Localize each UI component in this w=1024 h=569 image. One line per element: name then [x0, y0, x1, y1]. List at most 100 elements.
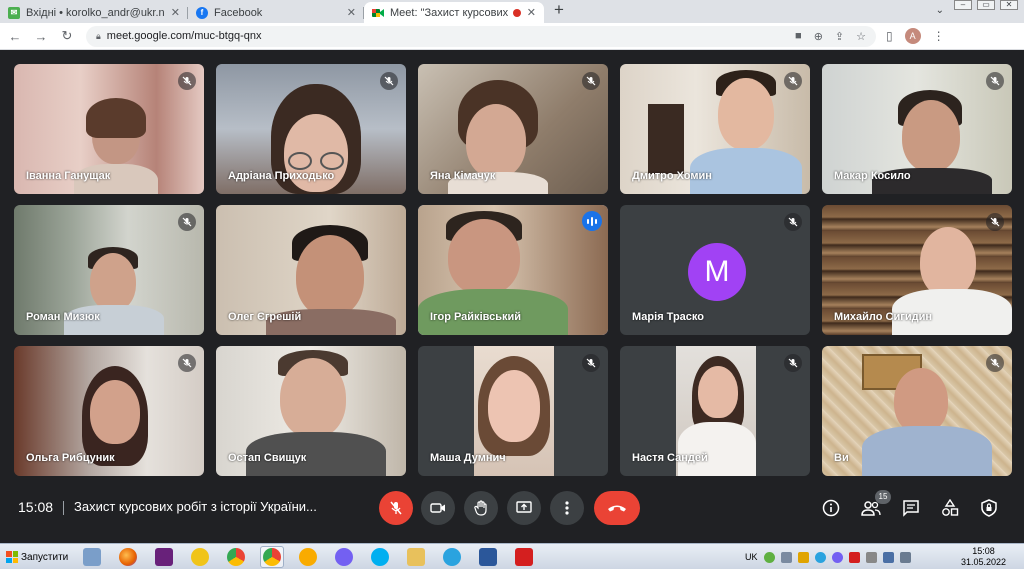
participant-tile[interactable]: Дмитро Хомин	[620, 64, 810, 194]
side-panel-icon[interactable]: ▯	[886, 29, 893, 43]
host-controls-button[interactable]	[977, 496, 1001, 520]
chrome-icon	[227, 548, 245, 566]
taskbar-app-firefox[interactable]	[116, 546, 140, 568]
close-window-button[interactable]: ✕	[1000, 0, 1018, 10]
close-tab-icon[interactable]: ✕	[347, 6, 356, 19]
participant-tile[interactable]: Яна Кімачук	[418, 64, 608, 194]
participant-avatar: M	[688, 243, 746, 301]
zoom-icon[interactable]: ⊕	[814, 30, 823, 43]
close-tab-icon[interactable]: ✕	[171, 6, 180, 19]
participant-tile[interactable]: Настя Сандей	[620, 346, 810, 476]
tray-shield-icon[interactable]	[763, 551, 775, 563]
window-controls: – ▭ ✕	[954, 0, 1018, 10]
participant-tile[interactable]: Олег Єгрешій	[216, 205, 406, 335]
facebook-icon: f	[196, 6, 208, 19]
chat-button[interactable]	[899, 496, 923, 520]
people-button[interactable]: 15	[859, 490, 891, 520]
tray-app-icon[interactable]	[848, 551, 860, 563]
participant-name: Ігор Райківський	[430, 311, 522, 323]
taskbar-app-chrome-active[interactable]	[260, 546, 284, 568]
lock-icon[interactable]: 🔒︎	[96, 31, 101, 42]
start-button[interactable]: Запустити	[2, 547, 72, 567]
restore-button[interactable]: ▭	[977, 0, 995, 10]
share-icon[interactable]: ⇪	[835, 30, 844, 43]
person-head	[90, 380, 140, 444]
participant-tile-active-speaker[interactable]: Ігор Райківський	[418, 205, 608, 335]
taskbar-app-archicad[interactable]	[188, 546, 212, 568]
raise-hand-button[interactable]	[464, 491, 498, 525]
mic-off-icon	[784, 213, 802, 231]
meeting-details-button[interactable]	[819, 496, 843, 520]
present-icon	[516, 501, 532, 513]
profile-avatar[interactable]: A	[904, 28, 921, 44]
participant-tile[interactable]: Роман Мизюк	[14, 205, 204, 335]
doorway	[648, 104, 684, 174]
taskbar-clock[interactable]: 15:08 31.05.2022	[961, 546, 1006, 568]
person-hair	[86, 98, 146, 138]
mic-off-icon	[986, 213, 1004, 231]
taskbar-app-telegram[interactable]	[440, 546, 464, 568]
participant-tile-self[interactable]: Ви	[822, 346, 1012, 476]
tab-google-meet[interactable]: Meet: "Захист курсових робі ✕	[364, 2, 544, 23]
participant-tile[interactable]: Ольга Рибцуник	[14, 346, 204, 476]
taskbar-app-viber[interactable]	[332, 546, 356, 568]
minimize-button[interactable]: –	[954, 0, 972, 10]
toggle-microphone-button[interactable]	[379, 491, 413, 525]
participant-tile[interactable]: Адріана Приходько	[216, 64, 406, 194]
back-arrow-icon[interactable]: ←	[4, 29, 26, 44]
participant-name: Яна Кімачук	[430, 170, 496, 182]
meet-control-bar: 15:08 Захист курсових робіт з історії Ук…	[0, 488, 1024, 528]
camera-permission-icon[interactable]: ■	[795, 30, 802, 43]
close-tab-icon[interactable]: ✕	[527, 6, 536, 19]
volume-icon[interactable]	[899, 551, 911, 563]
bookmark-star-icon[interactable]: ☆	[856, 30, 866, 43]
taskbar-app-chrome[interactable]	[224, 546, 248, 568]
reload-icon[interactable]: ↻	[56, 28, 78, 44]
participant-name: Михайло Сигидин	[834, 311, 932, 323]
address-bar[interactable]: 🔒︎ meet.google.com/muc-btgq-qnx ■ ⊕ ⇪ ☆	[86, 25, 876, 47]
participant-name: Настя Сандей	[632, 452, 708, 464]
taskbar-app-visual-studio[interactable]	[152, 546, 176, 568]
person-head	[718, 78, 774, 150]
forward-arrow-icon[interactable]: →	[30, 29, 52, 44]
telegram-icon	[443, 548, 461, 566]
participant-tile[interactable]: Макар Косило	[822, 64, 1012, 194]
tab-ukr-net-mail[interactable]: ✉ Вхідні • korolko_andr@ukr.net ✕	[0, 2, 188, 23]
info-icon	[822, 499, 840, 517]
mic-off-icon	[390, 501, 402, 515]
tray-viber-icon[interactable]	[831, 551, 843, 563]
taskbar-app-word[interactable]	[476, 546, 500, 568]
tab-facebook[interactable]: f Facebook ✕	[188, 2, 364, 23]
menu-kebab-icon[interactable]: ⋮	[933, 29, 945, 43]
language-indicator[interactable]: UK	[745, 552, 758, 562]
taskbar-app-acrobat[interactable]	[512, 546, 536, 568]
participant-tile[interactable]: Остап Свищук	[216, 346, 406, 476]
tray-telegram-icon[interactable]	[814, 551, 826, 563]
tray-flag-icon[interactable]	[865, 551, 877, 563]
firefox-icon	[119, 548, 137, 566]
tab-search-chevron-icon[interactable]: ⌄	[936, 5, 944, 16]
participant-name: Адріана Приходько	[228, 170, 335, 182]
tab-title: Вхідні • korolko_andr@ukr.net	[26, 6, 165, 19]
participant-tile[interactable]: Маша Думнич	[418, 346, 608, 476]
taskbar-app-media-player[interactable]	[80, 546, 104, 568]
glasses-left	[288, 152, 312, 170]
present-screen-button[interactable]	[507, 491, 541, 525]
mic-off-icon	[178, 72, 196, 90]
taskbar-app-skype[interactable]	[368, 546, 392, 568]
activities-button[interactable]	[938, 496, 962, 520]
more-options-button[interactable]	[550, 491, 584, 525]
tray-app-icon[interactable]	[797, 551, 809, 563]
participant-tile[interactable]: Михайло Сигидин	[822, 205, 1012, 335]
url-text: meet.google.com/muc-btgq-qnx	[106, 30, 262, 42]
participant-tile[interactable]: M Марія Траско	[620, 205, 810, 335]
new-tab-button[interactable]: +	[554, 0, 564, 20]
participant-tile[interactable]: Іванна Ганущак	[14, 64, 204, 194]
taskbar-app-chrome-canary[interactable]	[296, 546, 320, 568]
tray-app-icon[interactable]	[780, 551, 792, 563]
taskbar-app-explorer[interactable]	[404, 546, 428, 568]
network-icon[interactable]	[882, 551, 894, 563]
toggle-camera-button[interactable]	[421, 491, 455, 525]
leave-call-button[interactable]	[594, 491, 640, 525]
speaking-indicator-icon	[582, 211, 602, 231]
